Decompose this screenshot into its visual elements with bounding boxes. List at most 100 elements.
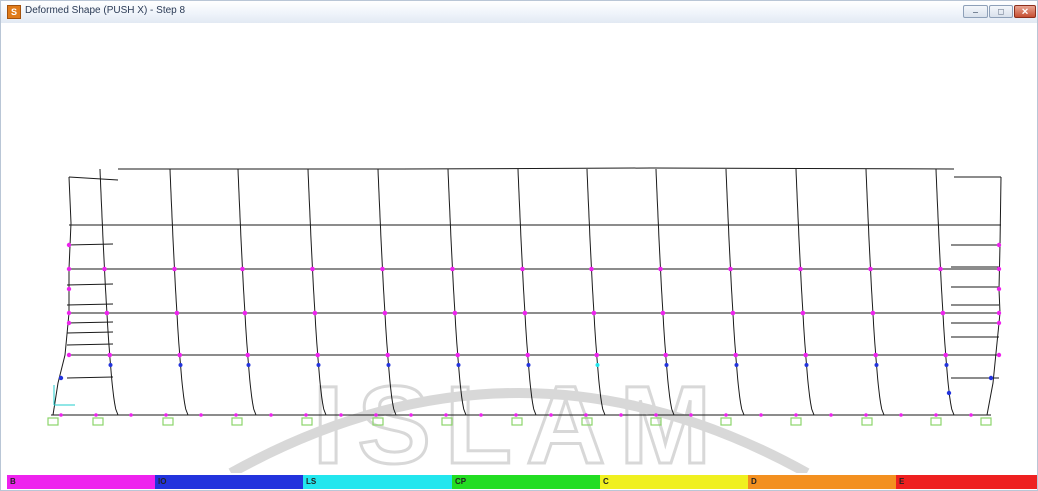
minimize-button[interactable]: – <box>963 5 988 18</box>
plastic-hinge-io <box>58 375 64 381</box>
plastic-hinge-io <box>595 363 600 367</box>
plastic-hinge-b <box>870 310 876 316</box>
plastic-hinge-b <box>479 413 483 417</box>
sap2000-app-icon[interactable]: S <box>7 5 21 19</box>
title-bar[interactable]: S Deformed Shape (PUSH X) - Step 8 – □ ✕ <box>1 1 1037 24</box>
plastic-hinge-io <box>804 363 809 367</box>
plastic-hinge-b <box>525 352 531 358</box>
close-button[interactable]: ✕ <box>1014 5 1036 18</box>
legend-label: LS <box>306 477 317 486</box>
plastic-hinge-b <box>382 310 388 316</box>
plastic-hinge-io <box>946 390 952 396</box>
plastic-hinge-b <box>234 413 238 417</box>
plastic-hinge-b <box>450 266 455 272</box>
hinge-state-legend: B IO LS CP C D E <box>7 475 1037 489</box>
column-11 <box>795 168 815 416</box>
legend-segment-b: B <box>7 475 155 489</box>
app-window: S Deformed Shape (PUSH X) - Step 8 – □ ✕… <box>0 0 1038 491</box>
left-wing-top-beam <box>68 176 119 181</box>
plastic-hinge-b <box>310 266 315 272</box>
plastic-hinge-b <box>199 413 203 417</box>
plastic-hinge-b <box>996 286 1002 292</box>
legend-label: C <box>603 477 609 486</box>
plastic-hinge-b <box>660 310 666 316</box>
plastic-hinge-b <box>794 413 798 417</box>
left-wing-beam-2 <box>66 283 114 286</box>
plastic-hinge-b <box>868 266 873 272</box>
plastic-hinge-b <box>800 310 806 316</box>
plastic-hinge-b <box>996 266 1002 272</box>
plastic-hinge-io <box>734 363 739 367</box>
plastic-hinge-b <box>522 310 528 316</box>
legend-label: B <box>10 477 16 486</box>
plastic-hinge-b <box>803 352 809 358</box>
plastic-hinge-io <box>316 363 321 367</box>
plastic-hinge-b <box>520 266 525 272</box>
plastic-hinge-io <box>988 375 994 381</box>
plastic-hinge-b <box>899 413 903 417</box>
column-2 <box>169 168 189 416</box>
plastic-hinge-io <box>456 363 461 367</box>
plastic-hinge-b <box>728 266 733 272</box>
maximize-icon: □ <box>998 6 1004 16</box>
plastic-hinge-b <box>66 266 72 272</box>
plastic-hinge-b <box>59 413 63 417</box>
legend-segment-cp: CP <box>452 475 600 489</box>
plastic-hinge-b <box>864 413 868 417</box>
plastic-hinge-b <box>589 266 594 272</box>
support-icon <box>790 417 802 426</box>
roof-beam <box>118 167 955 170</box>
plastic-hinge-io <box>108 363 113 367</box>
plastic-hinge-b <box>689 413 693 417</box>
column-10 <box>725 168 745 416</box>
plastic-hinge-b <box>724 413 728 417</box>
plastic-hinge-b <box>654 413 658 417</box>
plastic-hinge-b <box>174 310 180 316</box>
plastic-hinge-b <box>240 266 245 272</box>
left-wing-beam-6 <box>66 343 114 346</box>
plastic-hinge-b <box>759 413 763 417</box>
plastic-hinge-b <box>934 413 938 417</box>
plastic-hinge-io <box>944 363 949 367</box>
plastic-hinge-b <box>66 352 72 358</box>
window-title: Deformed Shape (PUSH X) - Step 8 <box>25 5 186 16</box>
plastic-hinge-io <box>526 363 531 367</box>
plastic-hinge-b <box>66 242 72 248</box>
legend-label: IO <box>158 477 167 486</box>
legend-segment-e: E <box>896 475 1037 489</box>
plastic-hinge-b <box>549 413 553 417</box>
plastic-hinge-b <box>304 413 308 417</box>
plastic-hinge-b <box>385 352 391 358</box>
plastic-hinge-b <box>172 266 177 272</box>
minimize-icon: – <box>972 6 979 16</box>
plastic-hinge-b <box>312 310 318 316</box>
close-icon: ✕ <box>1021 6 1029 16</box>
plastic-hinge-b <box>619 413 623 417</box>
plastic-hinge-b <box>245 352 251 358</box>
plastic-hinge-b <box>730 310 736 316</box>
plastic-hinge-b <box>94 413 98 417</box>
plastic-hinge-b <box>943 352 949 358</box>
plastic-hinge-b <box>938 266 943 272</box>
plastic-hinge-b <box>104 310 110 316</box>
maximize-button[interactable]: □ <box>989 5 1013 18</box>
plastic-hinge-b <box>584 413 588 417</box>
left-wing-beam-5 <box>66 331 114 334</box>
plastic-hinge-b <box>658 266 663 272</box>
model-viewport[interactable]: ISLAM <box>1 23 1037 473</box>
legend-segment-io: IO <box>155 475 303 489</box>
plastic-hinge-b <box>514 413 518 417</box>
plastic-hinge-io <box>386 363 391 367</box>
legend-segment-d: D <box>748 475 896 489</box>
plastic-hinge-b <box>102 266 107 272</box>
support-icon <box>930 417 942 426</box>
left-wing-beam-4 <box>66 321 114 324</box>
plastic-hinge-b <box>940 310 946 316</box>
plastic-hinge-b <box>455 352 461 358</box>
plastic-hinge-io <box>874 363 879 367</box>
plastic-hinge-b <box>242 310 248 316</box>
plastic-hinge-b <box>969 413 973 417</box>
plastic-hinge-b <box>829 413 833 417</box>
support-icon <box>92 417 104 426</box>
plastic-hinge-b <box>996 242 1002 248</box>
